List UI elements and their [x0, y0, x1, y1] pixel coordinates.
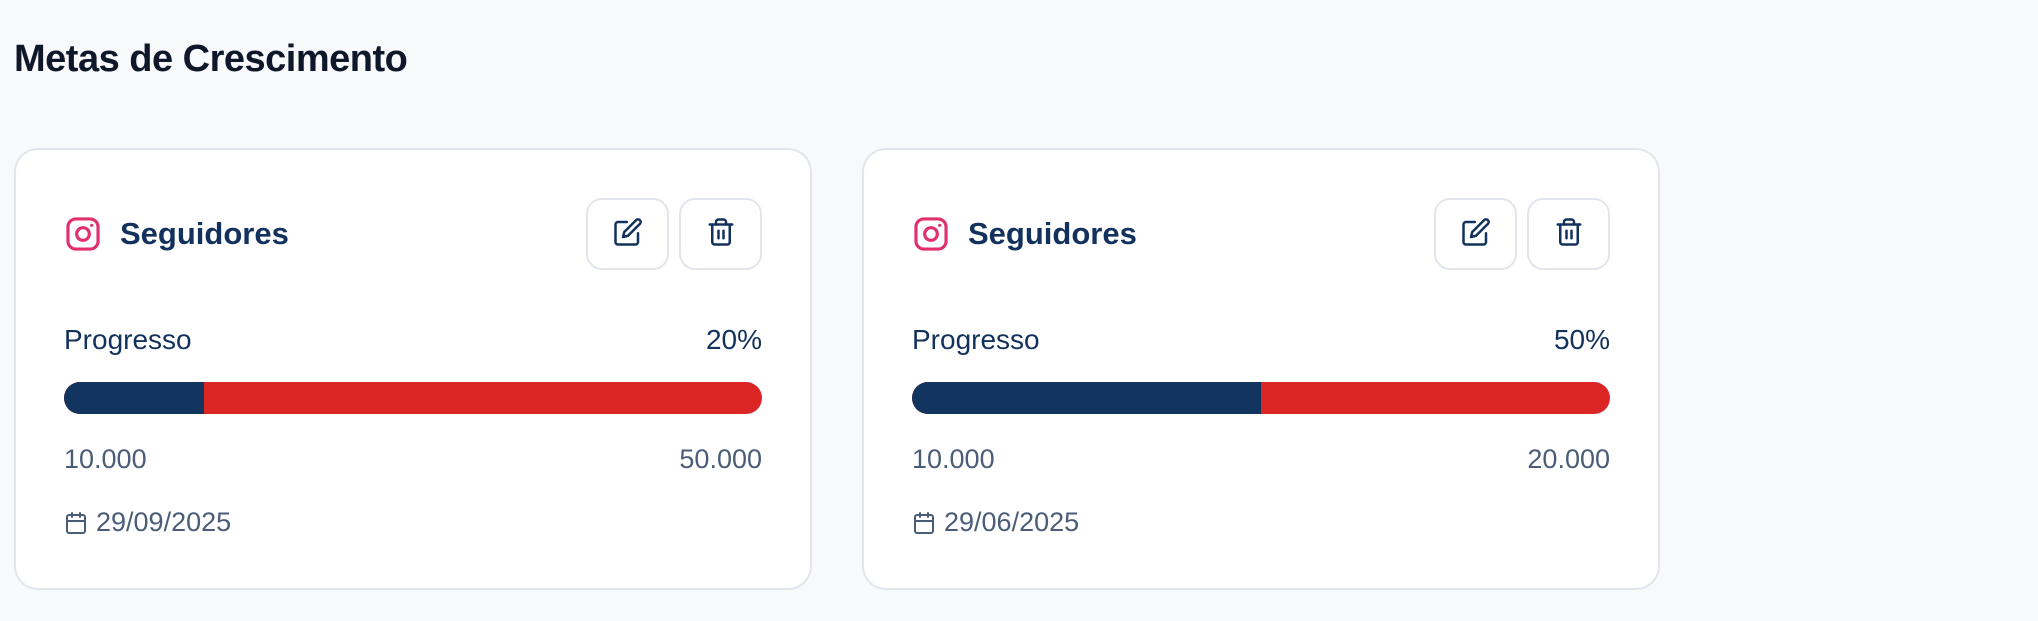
- goal-actions: [1434, 198, 1610, 270]
- progress-label: Progresso: [64, 324, 192, 355]
- values-row: 10.000 20.000: [912, 444, 1610, 475]
- goal-date: 29/09/2025: [64, 507, 231, 538]
- progress-bar: [64, 382, 762, 414]
- trash-icon: [706, 217, 736, 252]
- goal-date-text: 29/09/2025: [96, 507, 232, 537]
- goal-date: 29/06/2025: [912, 507, 1079, 538]
- progress-label: Progresso: [912, 324, 1040, 355]
- edit-icon: [613, 217, 643, 252]
- calendar-icon: [64, 511, 88, 535]
- instagram-icon: [912, 215, 950, 253]
- delete-goal-button[interactable]: [679, 198, 762, 270]
- current-value: 10.000: [64, 444, 147, 474]
- goal-actions: [586, 198, 762, 270]
- goal-card: Seguidores: [862, 148, 1660, 590]
- goal-card-list: Seguidores Progresso 20% 10.000 50.000 2…: [14, 148, 1660, 590]
- page: Metas de Crescimento Seguidores Progress…: [0, 0, 2038, 621]
- calendar-icon: [912, 511, 936, 535]
- progress-row: Progresso 20%: [64, 324, 762, 356]
- edit-icon: [1461, 217, 1491, 252]
- delete-goal-button[interactable]: [1527, 198, 1610, 270]
- instagram-icon: [64, 215, 102, 253]
- progress-percent: 20%: [705, 324, 762, 355]
- progress-row: Progresso 50%: [912, 324, 1610, 356]
- goal-title: Seguidores: [968, 216, 1137, 251]
- goal-card: Seguidores: [14, 148, 812, 590]
- trash-icon: [1554, 217, 1584, 252]
- progress-bar-fill: [64, 382, 204, 414]
- edit-goal-button[interactable]: [586, 198, 669, 270]
- edit-goal-button[interactable]: [1434, 198, 1517, 270]
- values-row: 10.000 50.000: [64, 444, 762, 475]
- goal-card-header: Seguidores: [912, 198, 1610, 270]
- goal-title: Seguidores: [120, 216, 289, 251]
- progress-bar: [912, 382, 1610, 414]
- target-value: 20.000: [1527, 444, 1610, 474]
- goal-date-text: 29/06/2025: [944, 507, 1080, 537]
- goal-card-title-wrap: Seguidores: [912, 215, 1137, 253]
- progress-bar-fill: [912, 382, 1261, 414]
- target-value: 50.000: [679, 444, 762, 474]
- page-title: Metas de Crescimento: [14, 38, 408, 80]
- goal-card-title-wrap: Seguidores: [64, 215, 289, 253]
- current-value: 10.000: [912, 444, 995, 474]
- progress-percent: 50%: [1553, 324, 1610, 355]
- goal-card-header: Seguidores: [64, 198, 762, 270]
